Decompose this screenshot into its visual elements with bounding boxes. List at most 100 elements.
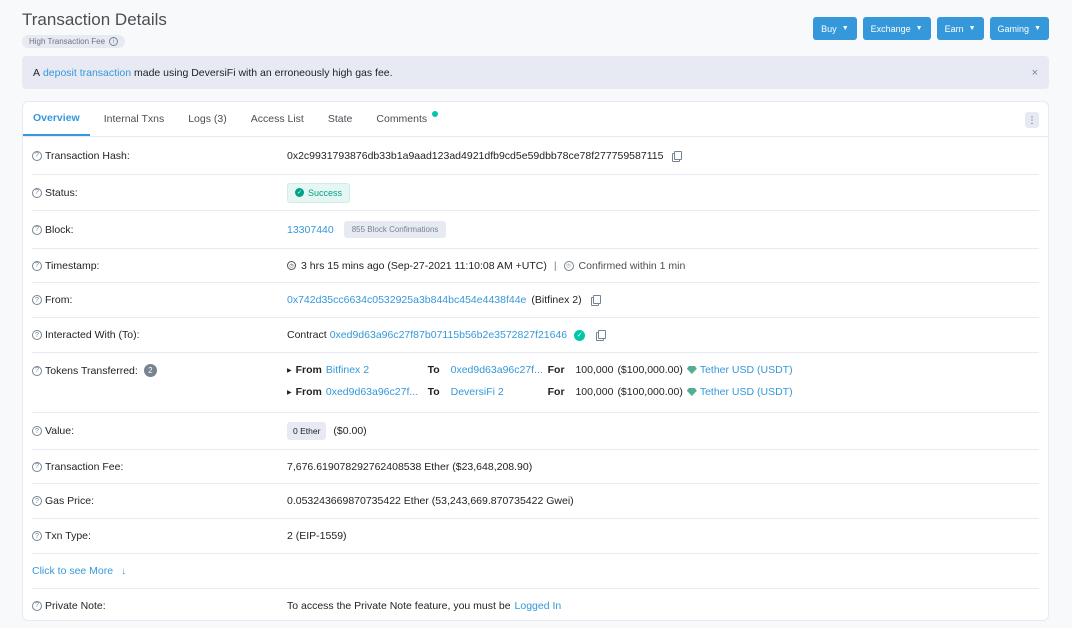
transfer-from-link[interactable]: 0xed9d63a96c27f...	[326, 386, 418, 398]
row-value: 0.053243669870735422 Ether (53,243,669.8…	[287, 495, 574, 507]
row-txn-type: ? Txn Type: 2 (EIP-1559)	[32, 519, 1039, 554]
row-gas-price: ? Gas Price: 0.053243669870735422 Ether (…	[32, 484, 1039, 519]
see-more-link[interactable]: Click to see More ↓	[32, 565, 126, 577]
block-number-link[interactable]: 13307440	[287, 224, 334, 236]
question-icon[interactable]: ?	[32, 496, 42, 506]
caret-right-icon: ▶	[287, 367, 292, 374]
transfer-from-link[interactable]: Bitfinex 2	[326, 364, 369, 376]
row-transaction-hash: ? Transaction Hash: 0x2c9931793876db33b1a…	[32, 137, 1039, 175]
row-value: ◷ 3 hrs 15 mins ago (Sep-27-2021 11:10:08…	[287, 260, 685, 272]
question-icon[interactable]: ?	[32, 461, 42, 472]
tab-access-list[interactable]: Access List	[241, 102, 314, 136]
for-word: For	[547, 364, 565, 376]
transfer-to-link[interactable]: DeversiFi 2	[451, 386, 504, 398]
see-more-label: Click to see More	[32, 565, 114, 577]
token-link[interactable]: Tether USD (USDT)	[700, 386, 793, 398]
row-value: 0 Ether ($0.00)	[287, 422, 367, 440]
txn-type-value: 2 (EIP-1559)	[287, 530, 347, 542]
contract-address-link[interactable]: 0xed9d63a96c27f87b07115b56b2e3572827f216…	[330, 329, 567, 341]
gaming-button[interactable]: Gaming ▼	[989, 17, 1049, 40]
row-value: 2 (EIP-1559)	[287, 530, 347, 542]
row-tokens-transferred: ? Tokens Transferred: 2 ▶ From Bitfinex 2 T…	[32, 353, 1039, 413]
row-status: ? Status: ✓ Success	[32, 175, 1039, 211]
token-link[interactable]: Tether USD (USDT)	[700, 364, 793, 376]
exchange-button[interactable]: Exchange ▼	[862, 17, 931, 40]
transfer-to-link[interactable]: 0xed9d63a96c27f...	[451, 364, 543, 376]
details-list: ? Transaction Hash: 0x2c9931793876db33b1a…	[23, 137, 1048, 622]
question-icon[interactable]: ?	[32, 531, 42, 541]
tab-overview[interactable]: Overview	[23, 102, 90, 136]
confirmed-within: Confirmed within 1 min	[578, 259, 686, 272]
transfer-amount: For 100,000 ($100,000.00)	[548, 364, 683, 376]
question-icon[interactable]: ?	[32, 187, 42, 198]
tab-comments-label: Comments	[376, 113, 428, 125]
block-label: Block:	[45, 223, 74, 236]
status-label: Status:	[45, 186, 78, 199]
earn-button[interactable]: Earn ▼	[936, 17, 984, 40]
transfer-to: To DeversiFi 2	[428, 386, 548, 398]
tokens-transferred-label: Tokens Transferred:	[45, 364, 138, 377]
tab-comments[interactable]: Comments	[366, 102, 439, 136]
transaction-card: Overview Internal Txns Logs (3) Access L…	[22, 101, 1049, 621]
chevron-down-icon: ▼	[841, 25, 849, 32]
tether-token-icon	[686, 366, 697, 374]
earn-label: Earn	[944, 23, 964, 34]
question-icon[interactable]: ?	[32, 150, 42, 161]
row-private-note: ? Private Note: To access the Private Not…	[32, 589, 1039, 622]
question-icon[interactable]: ?	[32, 600, 42, 611]
ether-value-badge: 0 Ether	[287, 422, 327, 440]
token-transfer-item: ▶ From 0xed9d63a96c27f... To DeversiFi 2 …	[287, 386, 793, 398]
page-header: Transaction Details High Transaction Fee…	[22, 10, 167, 48]
from-name: (Bitfinex 2)	[531, 294, 582, 306]
row-label: ? Private Note:	[32, 600, 287, 612]
deposit-transaction-link[interactable]: deposit transaction	[43, 67, 131, 79]
copy-icon[interactable]	[590, 295, 601, 306]
separator: |	[553, 259, 557, 272]
row-value: 0x2c9931793876db33b1a9aad123ad4921dfb9cd…	[287, 150, 683, 162]
question-icon[interactable]: ?	[32, 224, 42, 235]
arrow-down-icon: ↓	[121, 566, 127, 577]
transfer-amount-value: 100,000	[575, 386, 614, 398]
status-badge: ✓ Success	[287, 182, 351, 203]
row-label: ? Status:	[32, 187, 287, 199]
row-see-more: Click to see More ↓	[32, 554, 1039, 589]
transfer-amount-value: 100,000	[575, 364, 614, 376]
row-value: ✓ Success	[287, 182, 351, 203]
copy-icon[interactable]	[596, 330, 607, 341]
tab-logs[interactable]: Logs (3)	[178, 102, 237, 136]
row-interacted-with: ? Interacted With (To): Contract 0xed9d63a…	[32, 318, 1039, 353]
row-label: ? From:	[32, 294, 287, 306]
alert-prefix: A	[33, 66, 41, 79]
transfer-usd-value: ($100,000.00)	[617, 386, 683, 398]
transfer-to: To 0xed9d63a96c27f...	[428, 364, 548, 376]
private-note-label: Private Note:	[45, 599, 106, 612]
token-count-badge: 2	[143, 364, 157, 377]
tab-internal-txns[interactable]: Internal Txns	[94, 102, 175, 136]
from-address-link[interactable]: 0x742d35cc6634c0532925a3b844bc454e4438f4…	[287, 294, 526, 306]
row-label: ? Transaction Fee:	[32, 461, 287, 473]
tab-state[interactable]: State	[318, 102, 363, 136]
high-fee-badge[interactable]: High Transaction Fee i	[22, 35, 126, 48]
token-transfer-list: ▶ From Bitfinex 2 To 0xed9d63a96c27f... F…	[287, 364, 793, 398]
more-options-button[interactable]: ⋮	[1025, 112, 1039, 128]
question-icon[interactable]: ?	[32, 365, 42, 376]
row-label: ? Value:	[32, 425, 287, 437]
question-icon[interactable]: ?	[32, 426, 42, 436]
row-value: 0x742d35cc6634c0532925a3b844bc454e4438f4…	[287, 294, 601, 306]
close-icon[interactable]: ×	[1032, 67, 1038, 79]
row-value: 7,676.619078292762408538 Ether ($23,648,…	[287, 461, 532, 473]
value-label: Value:	[45, 425, 74, 437]
value-usd: ($0.00)	[333, 425, 367, 437]
exchange-label: Exchange	[870, 23, 911, 34]
logged-in-link[interactable]: Logged In	[515, 600, 562, 612]
row-value-amount: ? Value: 0 Ether ($0.00)	[32, 413, 1039, 450]
timestamp-label: Timestamp:	[45, 259, 100, 272]
alert-banner: A deposit transaction made using Deversi…	[22, 56, 1049, 89]
transfer-usd-value: ($100,000.00)	[617, 364, 683, 376]
buy-button[interactable]: Buy ▼	[813, 17, 857, 40]
question-icon[interactable]: ?	[32, 260, 42, 271]
question-icon[interactable]: ?	[32, 295, 42, 305]
copy-icon[interactable]	[672, 150, 683, 162]
gas-price-value: 0.053243669870735422 Ether (53,243,669.8…	[287, 495, 574, 507]
question-icon[interactable]: ?	[32, 330, 42, 340]
